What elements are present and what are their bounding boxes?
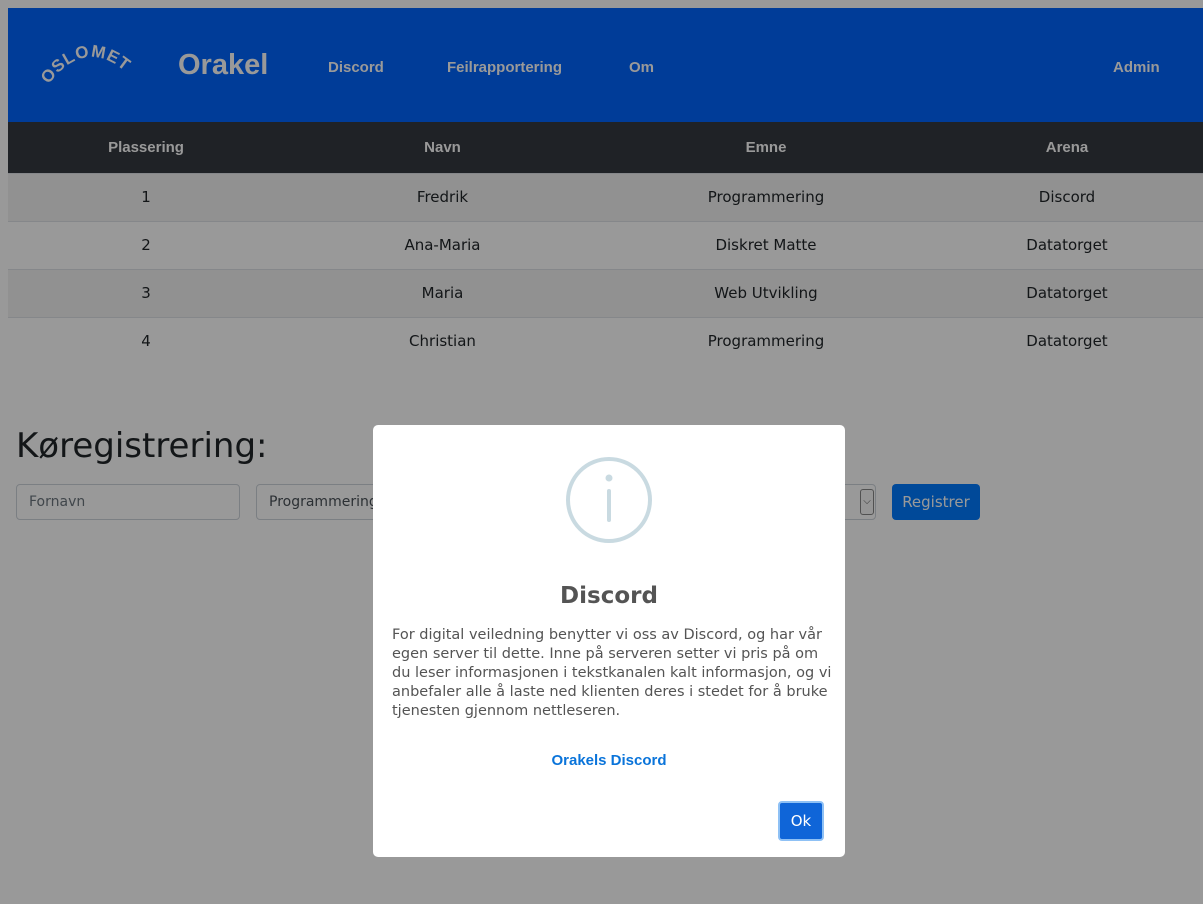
discord-info-modal: Discord For digital veiledning benytter … [373,425,845,857]
page: OSLOMET Orakel Discord Feilrapportering … [0,0,1203,904]
modal-body-text: For digital veiledning benytter vi oss a… [392,627,832,719]
modal-backdrop[interactable]: Discord For digital veiledning benytter … [0,0,1203,904]
orakels-discord-link[interactable]: Orakels Discord [373,751,845,771]
ok-button[interactable]: Ok [778,801,824,841]
info-icon [566,457,652,543]
modal-title: Discord [560,583,658,609]
